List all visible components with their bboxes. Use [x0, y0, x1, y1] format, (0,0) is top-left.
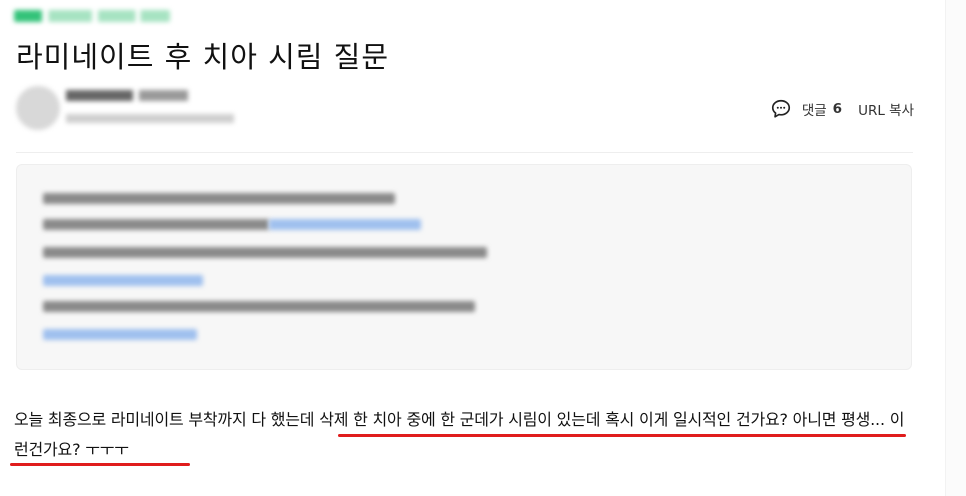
author-name[interactable] [66, 90, 188, 101]
quote-link[interactable] [43, 329, 197, 340]
quote-line [43, 219, 269, 230]
breadcrumb[interactable] [14, 10, 170, 22]
post-meta-bar: 댓글 6 URL 복사 [770, 98, 914, 120]
post-title: 라미네이트 후 치아 시림 질문 [16, 40, 390, 74]
comment-count[interactable]: 6 [833, 101, 842, 117]
url-copy-button[interactable]: URL 복사 [858, 99, 914, 119]
scrollbar-track[interactable] [945, 0, 966, 496]
highlight-underline [338, 434, 906, 437]
quote-line [43, 301, 475, 312]
comment-label[interactable]: 댓글 [802, 99, 827, 119]
quote-line [43, 193, 395, 204]
quote-link[interactable] [43, 275, 203, 286]
quote-line [43, 247, 487, 258]
avatar[interactable] [16, 86, 60, 130]
author-meta [66, 114, 234, 123]
quoted-content-box [16, 164, 912, 370]
comment-icon[interactable] [770, 98, 792, 120]
divider [16, 152, 913, 153]
quote-link[interactable] [269, 219, 421, 230]
highlight-underline [10, 463, 190, 466]
